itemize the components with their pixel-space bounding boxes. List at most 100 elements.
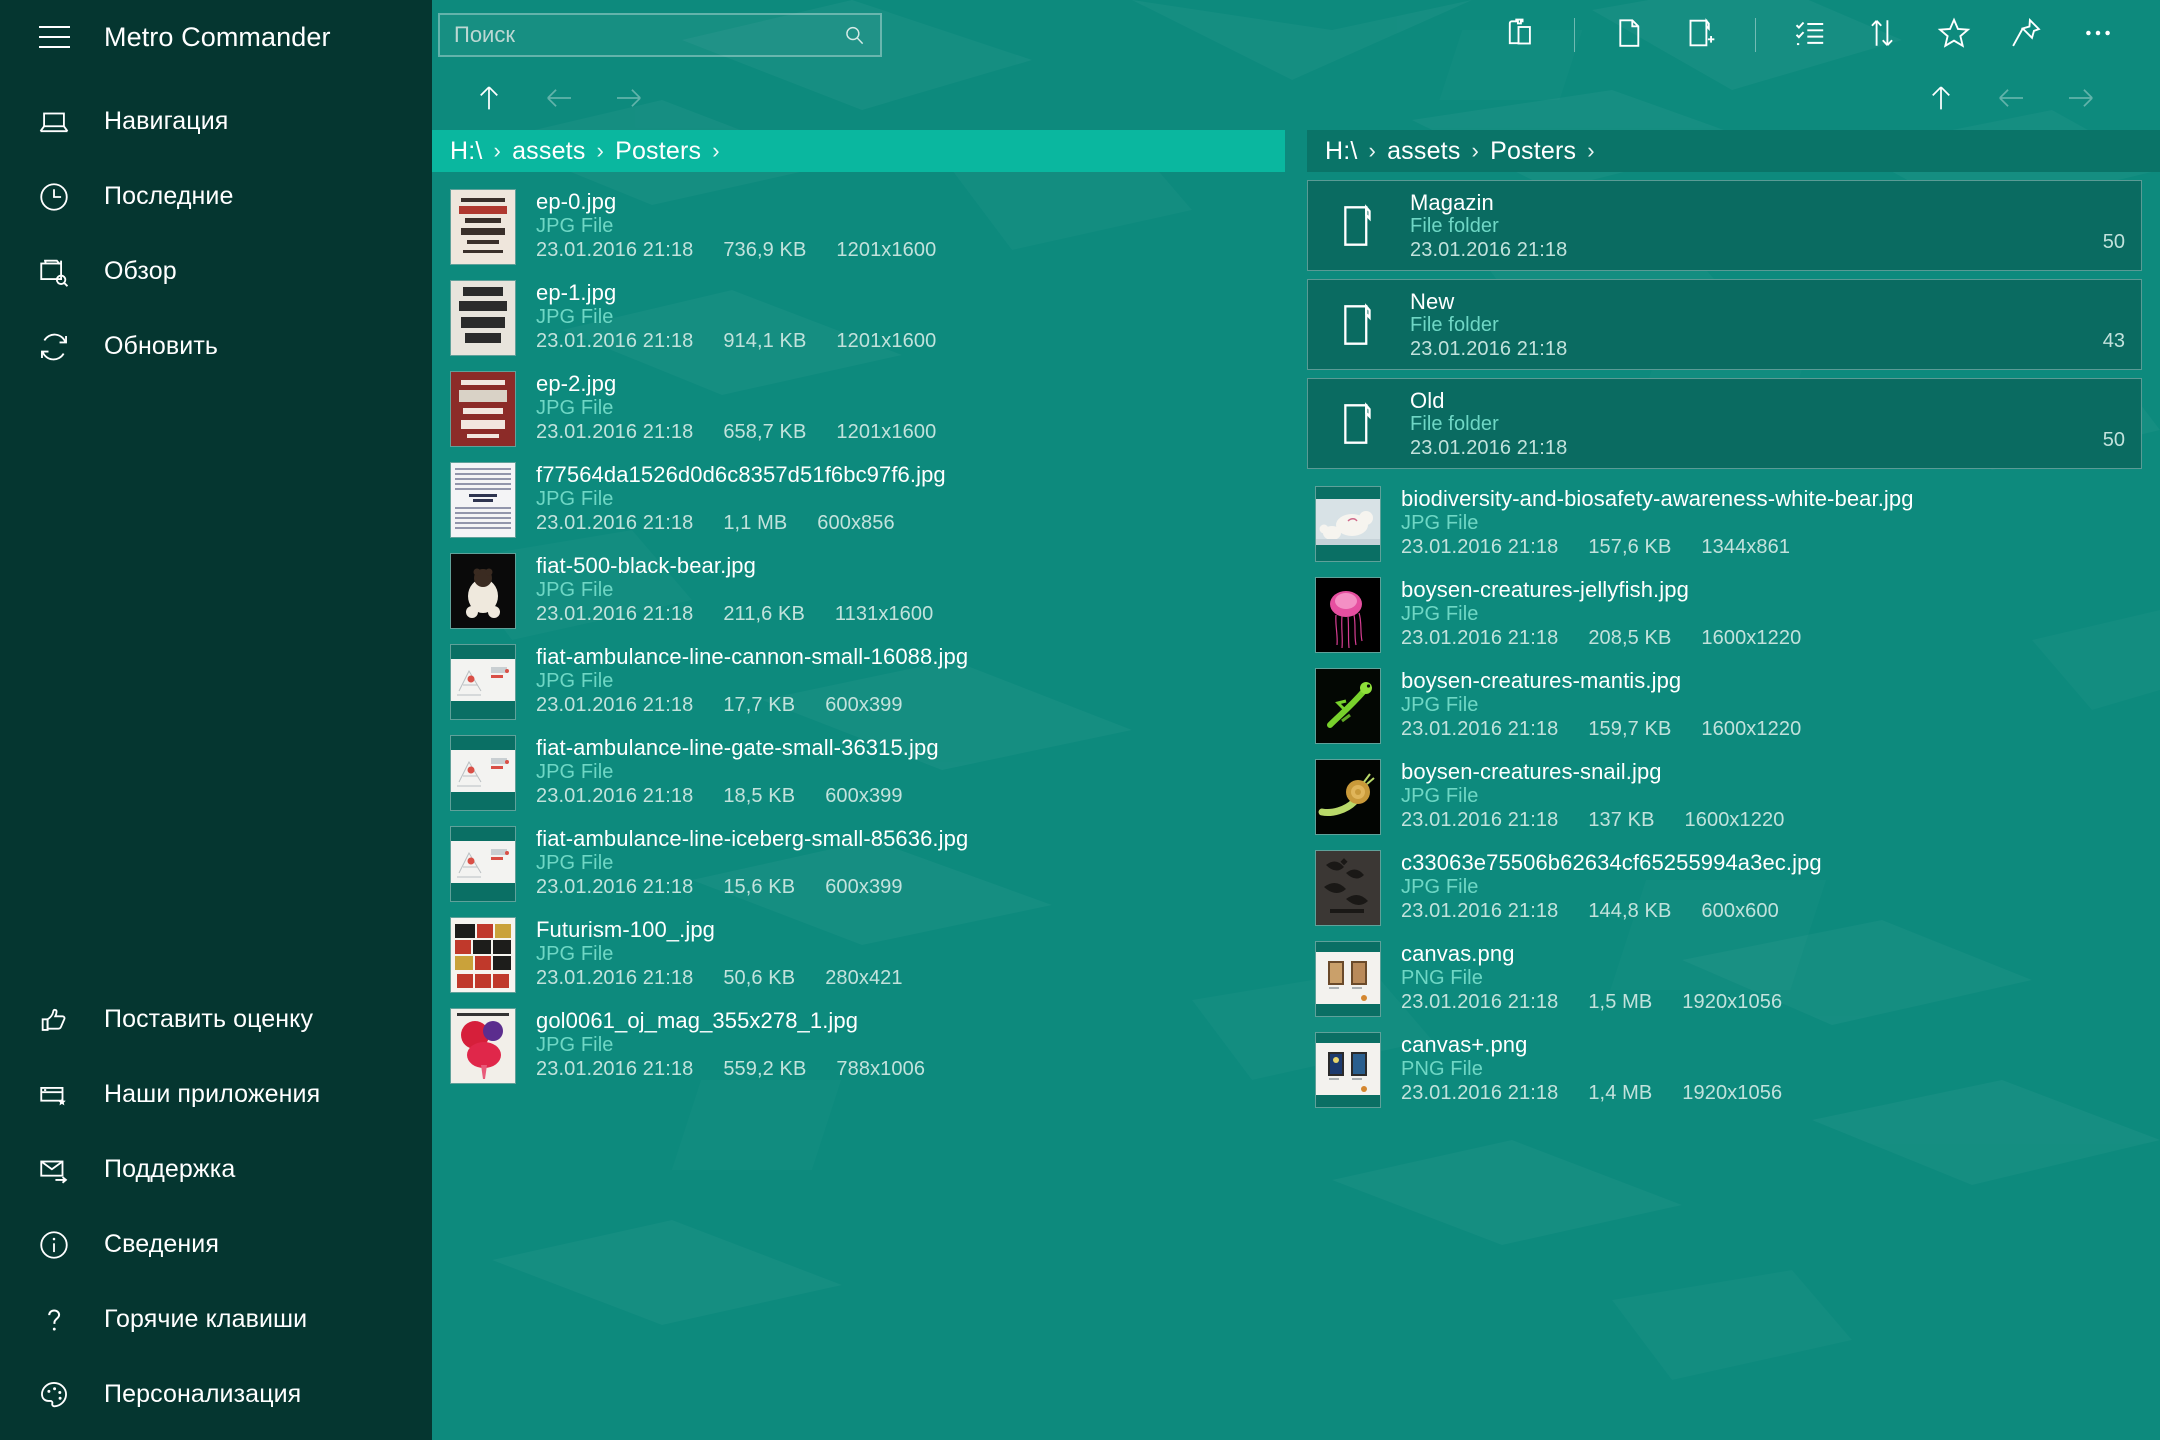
file-row[interactable]: boysen-creatures-jellyfish.jpg JPG File 23…	[1307, 568, 2142, 659]
folder-info: 23.01.2016 21:18	[1410, 238, 2089, 262]
file-date: 23.01.2016 21:18	[536, 512, 694, 534]
right-up-button[interactable]	[1908, 72, 1974, 128]
file-date: 23.01.2016 21:18	[1401, 718, 1559, 740]
file-meta: Futurism-100_.jpg JPG File 23.01.2016 21:1…	[536, 916, 1267, 990]
sidebar-item-label: Последние	[104, 182, 234, 210]
right-back-button[interactable]	[1978, 72, 2044, 128]
search-icon[interactable]	[843, 24, 866, 47]
sidebar-item-rate[interactable]: Поставить оценку	[0, 982, 432, 1057]
sidebar-item-personalization[interactable]: Персонализация	[0, 1357, 432, 1432]
file-thumbnail	[1315, 850, 1381, 926]
file-row[interactable]: gol0061_oj_mag_355x278_1.jpg JPG File 23.0…	[442, 999, 1275, 1090]
clock-icon	[20, 180, 88, 214]
folder-icon	[1332, 399, 1388, 449]
breadcrumb-segment[interactable]: assets	[512, 137, 585, 166]
file-date: 23.01.2016 21:18	[536, 694, 694, 716]
right-file-list[interactable]: Magazin File folder 23.01.2016 21:18 50 New F…	[1307, 172, 2160, 1440]
sort-button[interactable]	[1846, 0, 1918, 70]
search-box[interactable]	[438, 13, 882, 57]
file-row[interactable]: ep-1.jpg JPG File 23.01.2016 21:18 914,1 KB…	[442, 271, 1275, 362]
file-type: JPG File	[536, 852, 614, 874]
file-row[interactable]: ep-0.jpg JPG File 23.01.2016 21:18 736,9 KB…	[442, 180, 1275, 271]
file-dimensions: 1344x861	[1701, 536, 1791, 558]
file-thumbnail	[450, 553, 516, 629]
file-dimensions: 1920x1056	[1682, 991, 1783, 1013]
file-row[interactable]: ep-2.jpg JPG File 23.01.2016 21:18 658,7 KB…	[442, 362, 1275, 453]
new-file-button[interactable]	[1593, 0, 1665, 70]
file-meta: ep-2.jpg JPG File 23.01.2016 21:18 658,7 KB…	[536, 370, 1267, 444]
file-row[interactable]: f77564da1526d0d6c8357d51f6bc97f6.jpg JPG …	[442, 453, 1275, 544]
folder-info: 23.01.2016 21:18	[1410, 337, 2089, 361]
folder-row[interactable]: Old File folder 23.01.2016 21:18 50	[1307, 378, 2142, 469]
file-size: 211,6 KB	[723, 603, 805, 625]
hamburger-icon[interactable]	[20, 6, 88, 68]
file-info: 23.01.2016 21:18 1,4 MB 1920x1056	[1401, 1081, 2134, 1105]
file-row[interactable]: fiat-ambulance-line-cannon-small-16088.j…	[442, 635, 1275, 726]
select-items-button[interactable]	[1774, 0, 1846, 70]
search-input[interactable]	[454, 22, 843, 48]
breadcrumb-segment[interactable]: H:\	[1325, 137, 1358, 166]
file-meta: canvas.png PNG File 23.01.2016 21:18 1,5 MB…	[1401, 940, 2134, 1014]
file-row[interactable]: biodiversity-and-biosafety-awareness-whi…	[1307, 477, 2142, 568]
favorite-button[interactable]	[1918, 0, 1990, 70]
more-button[interactable]	[2062, 0, 2134, 70]
file-info: 23.01.2016 21:18 50,6 KB 280x421	[536, 966, 1267, 990]
file-name: fiat-ambulance-line-gate-small-36315.jpg	[536, 735, 939, 760]
sidebar-item-our-apps[interactable]: Наши приложения	[0, 1057, 432, 1132]
left-forward-button[interactable]	[596, 72, 662, 128]
file-size: 1,1 MB	[723, 512, 788, 534]
up-arrow-icon	[473, 82, 505, 119]
pin-button[interactable]	[1990, 0, 2062, 70]
file-row[interactable]: Futurism-100_.jpg JPG File 23.01.2016 21:1…	[442, 908, 1275, 999]
file-row[interactable]: fiat-ambulance-line-iceberg-small-85636.…	[442, 817, 1275, 908]
left-breadcrumb[interactable]: H:\ › assets › Posters ›	[432, 130, 1285, 172]
palette-icon	[20, 1378, 88, 1412]
file-size: 15,6 KB	[723, 876, 796, 898]
paste-button[interactable]	[1484, 0, 1556, 70]
file-meta: gol0061_oj_mag_355x278_1.jpg JPG File 23.0…	[536, 1007, 1267, 1081]
file-info: 23.01.2016 21:18 559,2 KB 788x1006	[536, 1057, 1267, 1081]
file-name: gol0061_oj_mag_355x278_1.jpg	[536, 1008, 859, 1033]
sidebar-item-recent[interactable]: Последние	[0, 159, 432, 234]
sidebar-header: Metro Commander	[0, 0, 432, 74]
folder-row[interactable]: Magazin File folder 23.01.2016 21:18 50	[1307, 180, 2142, 271]
breadcrumb-segment[interactable]: assets	[1387, 137, 1460, 166]
right-breadcrumb[interactable]: H:\ › assets › Posters ›	[1307, 130, 2160, 172]
file-meta: fiat-ambulance-line-gate-small-36315.jpg…	[536, 734, 1267, 808]
sidebar-item-support[interactable]: Поддержка	[0, 1132, 432, 1207]
chevron-right-icon: ›	[1471, 138, 1480, 163]
file-date: 23.01.2016 21:18	[1401, 991, 1559, 1013]
sidebar-item-about[interactable]: Сведения	[0, 1207, 432, 1282]
left-file-list[interactable]: ep-0.jpg JPG File 23.01.2016 21:18 736,9 KB…	[432, 172, 1285, 1440]
file-row[interactable]: c33063e75506b62634cf65255994a3ec.jpg JPG …	[1307, 841, 2142, 932]
sidebar-item-browse[interactable]: Обзор	[0, 234, 432, 309]
left-up-button[interactable]	[456, 72, 522, 128]
file-date: 23.01.2016 21:18	[536, 785, 694, 807]
file-name: f77564da1526d0d6c8357d51f6bc97f6.jpg	[536, 462, 946, 487]
file-row[interactable]: canvas+.png PNG File 23.01.2016 21:18 1,4 M…	[1307, 1023, 2142, 1114]
folder-row[interactable]: New File folder 23.01.2016 21:18 43	[1307, 279, 2142, 370]
file-name: fiat-ambulance-line-iceberg-small-85636.…	[536, 826, 969, 851]
file-thumbnail	[450, 917, 516, 993]
file-row[interactable]: fiat-500-black-bear.jpg JPG File 23.01.201…	[442, 544, 1275, 635]
sidebar-item-navigation[interactable]: Навигация	[0, 84, 432, 159]
checklist-icon	[1792, 15, 1828, 56]
breadcrumb-segment[interactable]: Posters	[615, 137, 701, 166]
new-folder-button[interactable]	[1665, 0, 1737, 70]
apps-star-icon	[20, 1078, 88, 1112]
folder-meta: New File folder 23.01.2016 21:18	[1410, 289, 2089, 361]
right-forward-button[interactable]	[2048, 72, 2114, 128]
browse-search-icon	[20, 255, 88, 289]
file-row[interactable]: boysen-creatures-snail.jpg JPG File 23.01.…	[1307, 750, 2142, 841]
left-back-button[interactable]	[526, 72, 592, 128]
breadcrumb-segment[interactable]: Posters	[1490, 137, 1576, 166]
file-row[interactable]: canvas.png PNG File 23.01.2016 21:18 1,5 MB…	[1307, 932, 2142, 1023]
sidebar-item-refresh[interactable]: Обновить	[0, 309, 432, 384]
file-row[interactable]: boysen-creatures-mantis.jpg JPG File 23.01…	[1307, 659, 2142, 750]
top-toolbar	[432, 0, 2160, 70]
file-meta: c33063e75506b62634cf65255994a3ec.jpg JPG …	[1401, 849, 2134, 923]
file-row[interactable]: fiat-ambulance-line-gate-small-36315.jpg…	[442, 726, 1275, 817]
breadcrumb-segment[interactable]: H:\	[450, 137, 483, 166]
file-size: 1,4 MB	[1588, 1082, 1653, 1104]
sidebar-item-hotkeys[interactable]: Горячие клавиши	[0, 1282, 432, 1357]
